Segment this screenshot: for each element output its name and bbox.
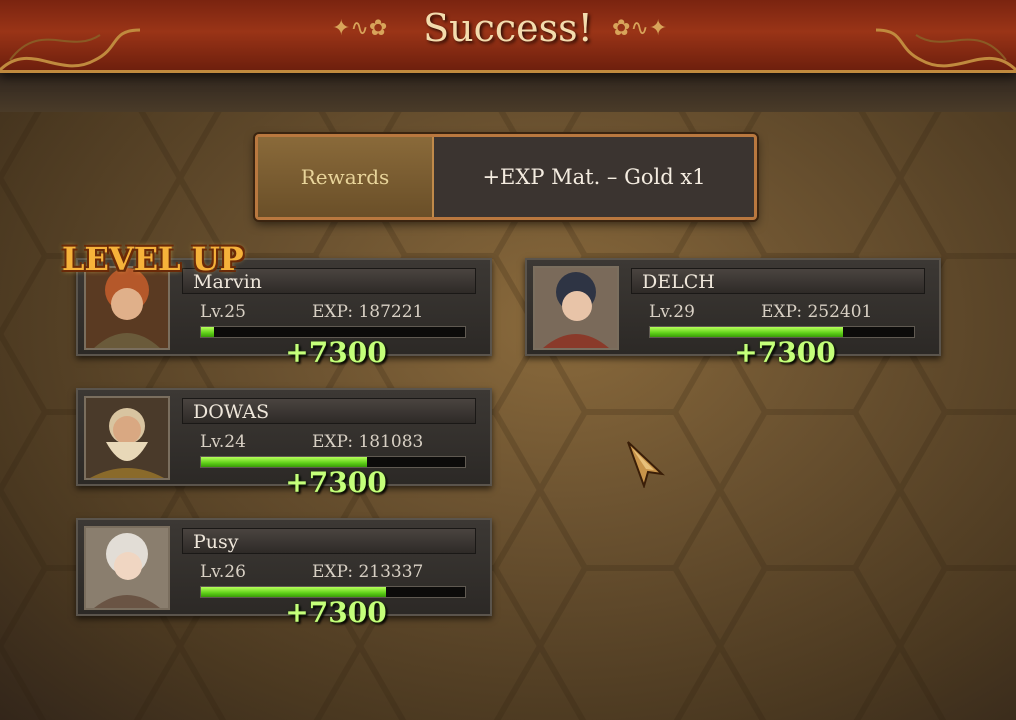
rewards-label: Rewards	[258, 137, 434, 217]
rewards-value: +EXP Mat. – Gold x1	[482, 165, 706, 189]
character-level: Lv.29	[649, 302, 695, 322]
arrow-cursor-icon	[627, 441, 665, 488]
silver-hair-elf-portrait	[84, 526, 170, 610]
character-exp: EXP: 187221	[312, 302, 424, 322]
exp-progress-fill	[201, 327, 215, 337]
page-title: Success!	[423, 6, 593, 50]
dark-hair-elf-portrait	[533, 266, 619, 350]
character-name: DOWAS	[182, 398, 476, 424]
level-up-badge: LEVEL UP	[62, 240, 244, 278]
character-card-pusy[interactable]: Pusy Lv.26 EXP: 213337 +7300	[76, 518, 492, 629]
exp-gain: +7300	[734, 336, 836, 369]
character-card-delch[interactable]: DELCH Lv.29 EXP: 252401 +7300	[525, 258, 941, 369]
character-level: Lv.24	[200, 432, 246, 452]
character-level: Lv.26	[200, 562, 246, 582]
bearded-dwarf-portrait	[84, 396, 170, 480]
character-level: Lv.25	[200, 302, 246, 322]
character-exp: EXP: 181083	[312, 432, 424, 452]
exp-gain: +7300	[285, 596, 387, 629]
rewards-panel: Rewards +EXP Mat. – Gold x1	[255, 134, 757, 220]
character-name: Pusy	[182, 528, 476, 554]
character-exp: EXP: 252401	[761, 302, 873, 322]
exp-gain: +7300	[285, 336, 387, 369]
header-banner: ✦∿✿ ✿∿✦ Success!	[0, 0, 1016, 73]
character-name: DELCH	[631, 268, 925, 294]
character-exp: EXP: 213337	[312, 562, 424, 582]
exp-gain: +7300	[285, 466, 387, 499]
character-card-dowas[interactable]: DOWAS Lv.24 EXP: 181083 +7300	[76, 388, 492, 499]
redhead-portrait	[84, 266, 170, 350]
